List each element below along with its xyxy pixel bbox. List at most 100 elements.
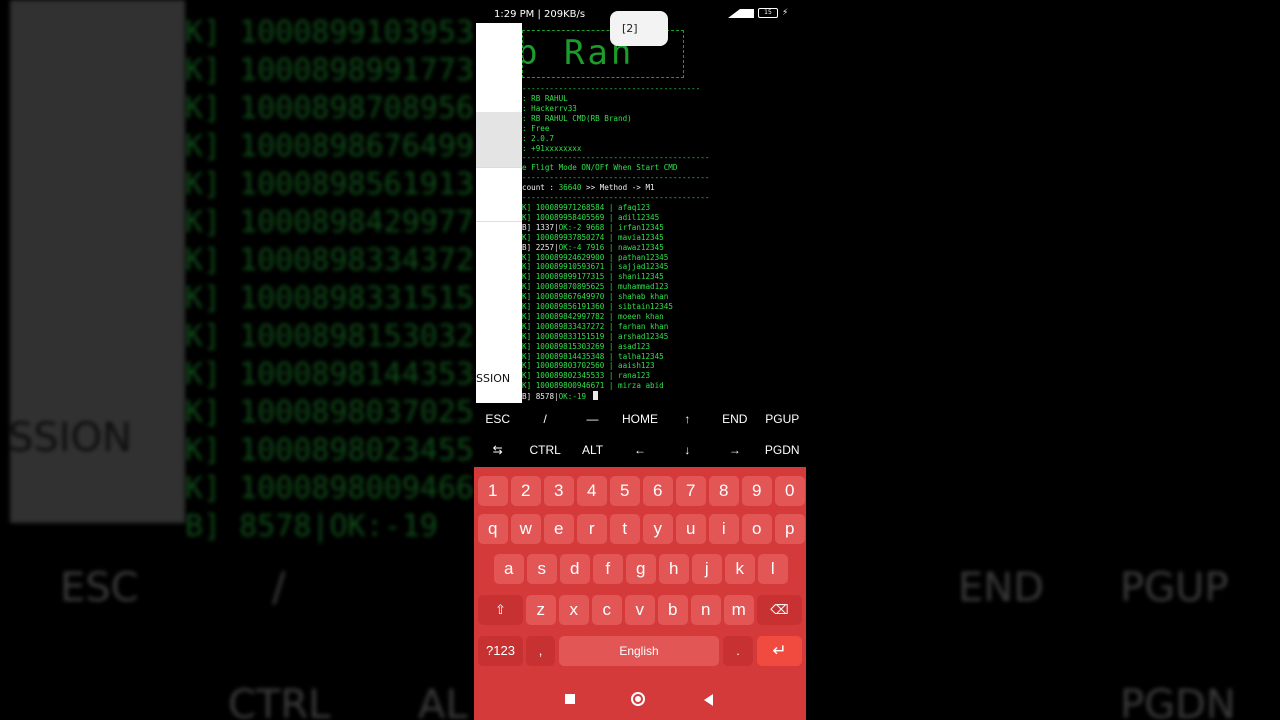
result-line: K] 100089856191360 | sibtain12345 bbox=[522, 302, 673, 311]
info-line: : RB RAHUL bbox=[522, 94, 568, 103]
result-pass: sajjad12345 bbox=[618, 262, 669, 272]
result-tag: K] bbox=[522, 232, 532, 242]
extra-key-1-1[interactable]: / bbox=[521, 404, 568, 435]
result-line: K] 100089833151519 | arshad12345 bbox=[522, 331, 669, 341]
result-pass: nawaz12345 bbox=[618, 242, 664, 252]
result-tag: K] bbox=[522, 252, 532, 262]
key-n[interactable]: n bbox=[691, 595, 721, 625]
space-key[interactable]: English bbox=[559, 636, 719, 666]
extra-key-2-4[interactable]: ↓ bbox=[664, 435, 711, 466]
key-k[interactable]: k bbox=[725, 554, 755, 584]
key-f[interactable]: f bbox=[593, 554, 623, 584]
result-id: 100089870895625 bbox=[535, 282, 605, 292]
key-7[interactable]: 7 bbox=[676, 476, 706, 506]
bg-terminal-line: K] 1000898153032 bbox=[185, 319, 474, 354]
key-z[interactable]: z bbox=[526, 595, 556, 625]
terminal-view[interactable]: b Rah ----------------------------------… bbox=[474, 28, 806, 404]
key-w[interactable]: w bbox=[511, 514, 541, 544]
result-pass: shahab khan bbox=[618, 292, 669, 302]
extra-key-2-0[interactable]: ⇆ bbox=[474, 435, 521, 466]
phone-screen: 1:29 PM | 209KB/s 15 ⚡ b Rah -----------… bbox=[474, 0, 806, 720]
extra-key-1-4[interactable]: ↑ bbox=[664, 404, 711, 435]
new-session-button[interactable]: SSION bbox=[476, 372, 510, 385]
result-pass: aaish123 bbox=[618, 361, 655, 371]
comma-key[interactable]: , bbox=[526, 636, 555, 666]
key-g[interactable]: g bbox=[626, 554, 656, 584]
key-u[interactable]: u bbox=[676, 514, 706, 544]
recents-icon[interactable] bbox=[565, 694, 575, 704]
key-8[interactable]: 8 bbox=[709, 476, 739, 506]
period-key[interactable]: . bbox=[723, 636, 753, 666]
result-tag: K] bbox=[522, 203, 532, 212]
bg-terminal-line: K] 1000898429977 bbox=[185, 205, 474, 240]
result-pass: sibtain12345 bbox=[618, 302, 673, 311]
extra-key-2-3[interactable]: ← bbox=[616, 435, 663, 466]
result-line: K] 100089842997782 | moeen khan bbox=[522, 311, 664, 321]
battery-icon: 15 bbox=[758, 8, 778, 18]
extra-key-1-2[interactable]: — bbox=[569, 404, 616, 435]
key-h[interactable]: h bbox=[659, 554, 689, 584]
key-c[interactable]: c bbox=[592, 595, 622, 625]
extra-key-1-5[interactable]: END bbox=[711, 404, 758, 435]
shift-key[interactable]: ⇧ bbox=[478, 595, 523, 625]
result-id: 100089842997782 bbox=[535, 311, 605, 321]
extra-key-2-6[interactable]: PGDN bbox=[759, 435, 806, 466]
extra-key-2-2[interactable]: ALT bbox=[569, 435, 616, 466]
key-4[interactable]: 4 bbox=[577, 476, 607, 506]
bg-terminal-line: K] 1000898009466 bbox=[185, 471, 474, 506]
back-icon[interactable] bbox=[704, 694, 713, 706]
result-tag: K] bbox=[522, 292, 532, 302]
result-tag: K] bbox=[522, 272, 532, 282]
key-5[interactable]: 5 bbox=[610, 476, 640, 506]
key-2[interactable]: 2 bbox=[511, 476, 541, 506]
key-r[interactable]: r bbox=[577, 514, 607, 544]
key-o[interactable]: o bbox=[742, 514, 772, 544]
result-id: 100089856191360 bbox=[535, 302, 605, 311]
key-x[interactable]: x bbox=[559, 595, 589, 625]
result-id: 1337 bbox=[535, 222, 555, 232]
session-drawer[interactable]: SSION bbox=[476, 23, 522, 403]
result-pass: afaq123 bbox=[618, 203, 651, 212]
result-pass: pathan12345 bbox=[618, 252, 669, 262]
bg-session-label: SSION bbox=[8, 415, 132, 461]
home-icon[interactable] bbox=[631, 692, 645, 706]
key-i[interactable]: i bbox=[709, 514, 739, 544]
result-line: K] 100089910593671 | sajjad12345 bbox=[522, 262, 669, 272]
drawer-highlighted-item[interactable] bbox=[476, 112, 522, 167]
notice-line: e Fligt Mode ON/OFf When Start CMD bbox=[522, 163, 678, 172]
extra-key-1-6[interactable]: PGUP bbox=[759, 404, 806, 435]
key-q[interactable]: q bbox=[478, 514, 508, 544]
key-e[interactable]: e bbox=[544, 514, 574, 544]
key-6[interactable]: 6 bbox=[643, 476, 673, 506]
key-m[interactable]: m bbox=[724, 595, 754, 625]
key-s[interactable]: s bbox=[527, 554, 557, 584]
extra-key-1-3[interactable]: HOME bbox=[616, 404, 663, 435]
key-3[interactable]: 3 bbox=[544, 476, 574, 506]
symbols-key[interactable]: ?123 bbox=[478, 636, 523, 666]
info-line: : RB RAHUL CMD(RB Brand) bbox=[522, 113, 632, 123]
extra-key-2-1[interactable]: CTRL bbox=[521, 435, 568, 466]
backspace-key[interactable]: ⌫ bbox=[757, 595, 802, 625]
key-d[interactable]: d bbox=[560, 554, 590, 584]
result-tag: K] bbox=[522, 282, 532, 292]
result-id: 100089971268584 bbox=[535, 203, 605, 212]
key-p[interactable]: p bbox=[775, 514, 805, 544]
key-y[interactable]: y bbox=[643, 514, 673, 544]
key-1[interactable]: 1 bbox=[478, 476, 508, 506]
bg-terminal-line: K] 1000898334372 bbox=[185, 243, 474, 278]
key-l[interactable]: l bbox=[758, 554, 788, 584]
key-v[interactable]: v bbox=[625, 595, 655, 625]
extra-key-2-5[interactable]: → bbox=[711, 435, 758, 466]
result-id: 100089833437272 bbox=[535, 321, 605, 331]
result-pass: mavia12345 bbox=[618, 232, 664, 242]
key-t[interactable]: t bbox=[610, 514, 640, 544]
key-0[interactable]: 0 bbox=[775, 476, 805, 506]
extra-key-1-0[interactable]: ESC bbox=[474, 404, 521, 435]
key-9[interactable]: 9 bbox=[742, 476, 772, 506]
signal-icon bbox=[728, 8, 754, 18]
key-b[interactable]: b bbox=[658, 595, 688, 625]
bg-terminal-line: K] 1000898023455 bbox=[185, 433, 474, 468]
key-j[interactable]: j bbox=[692, 554, 722, 584]
key-a[interactable]: a bbox=[494, 554, 524, 584]
enter-key[interactable]: ↵ bbox=[757, 636, 802, 666]
